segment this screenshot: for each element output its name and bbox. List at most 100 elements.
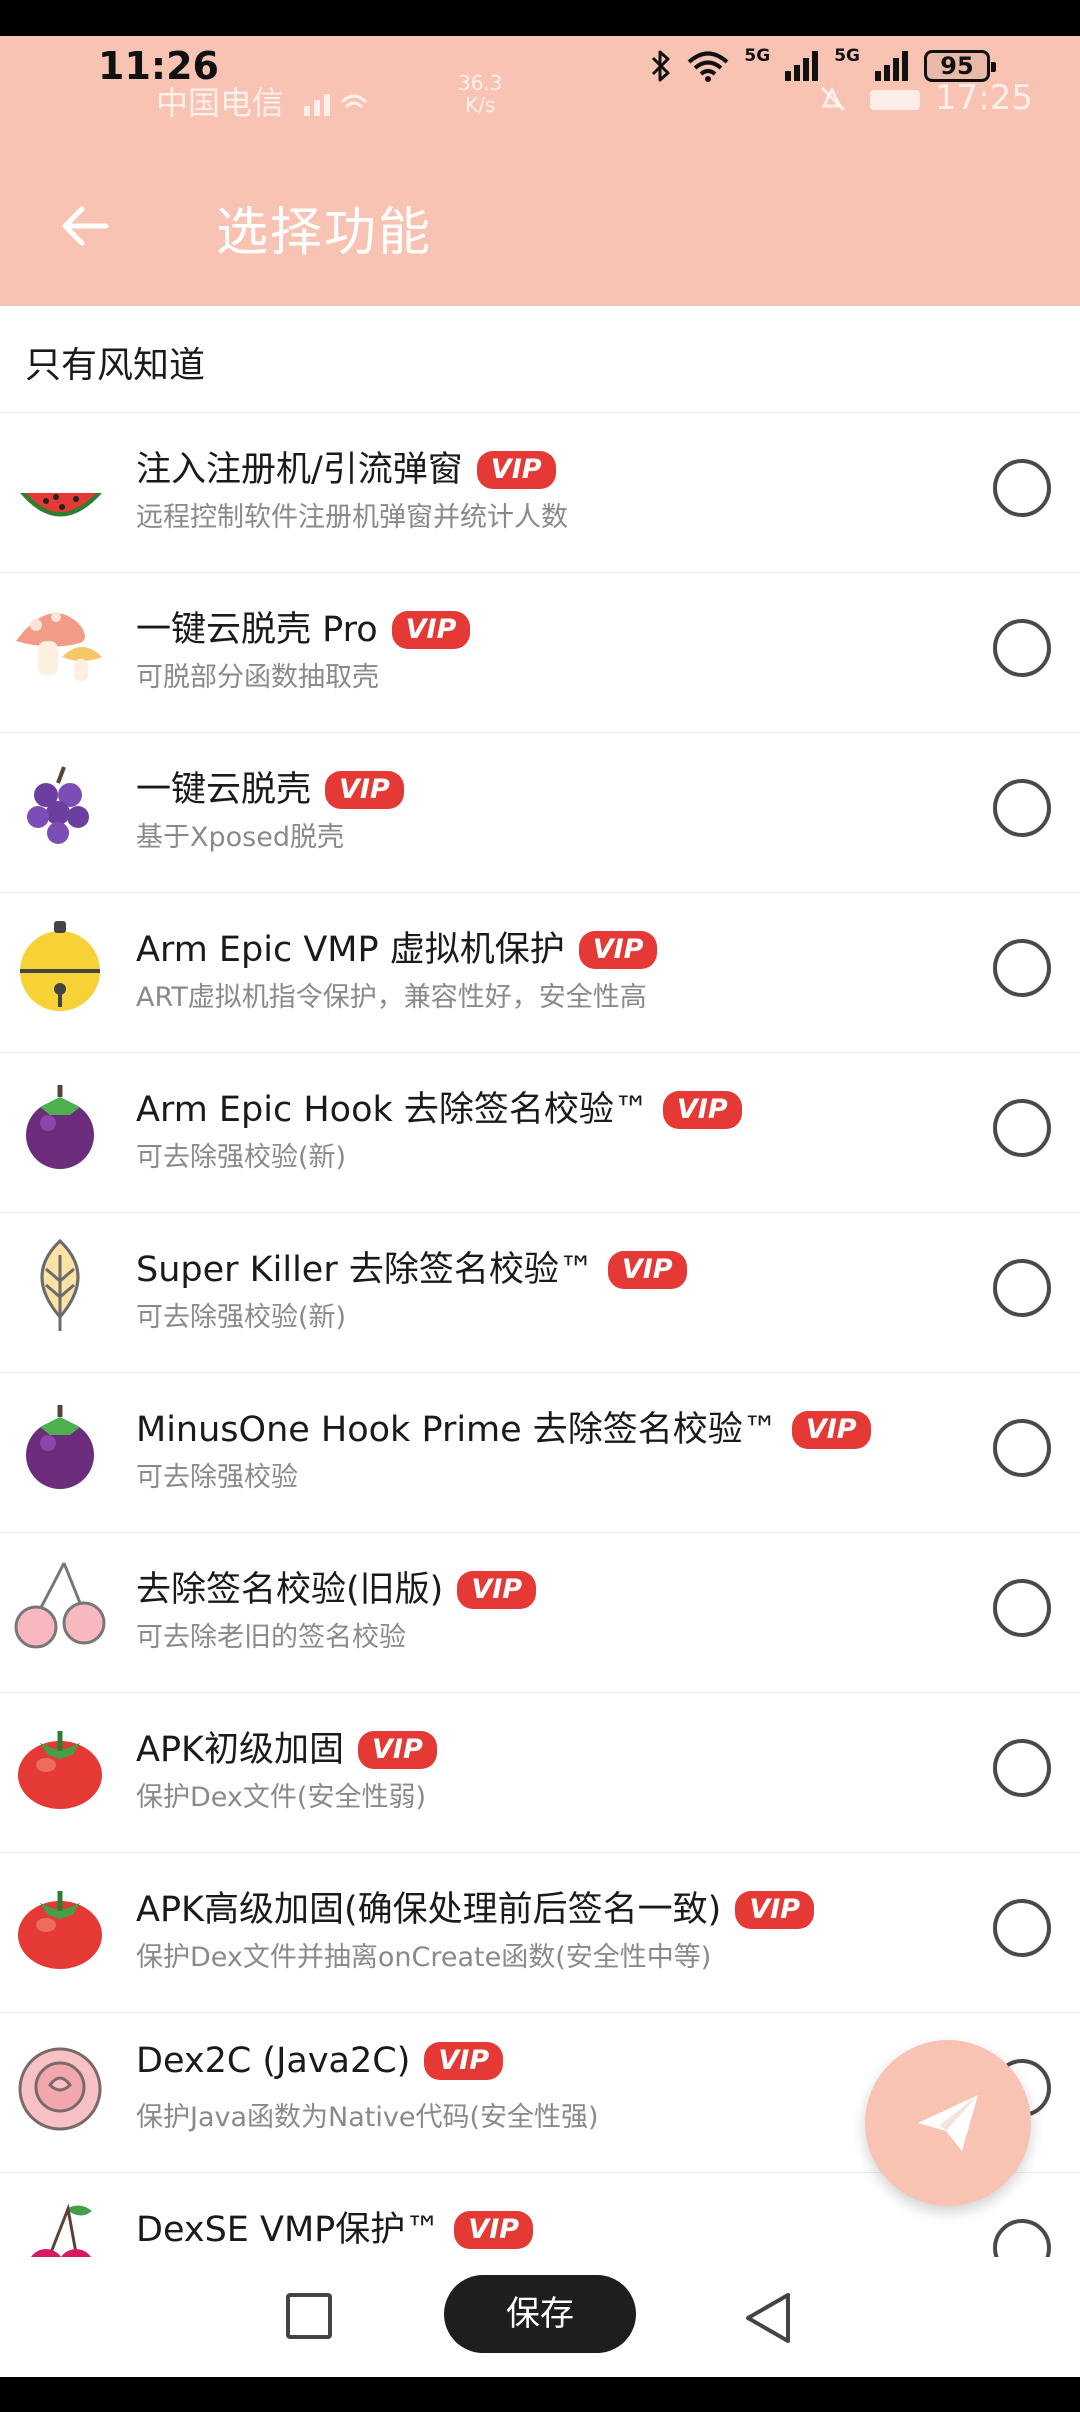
square-icon[interactable] (286, 2293, 332, 2339)
bluetooth-icon (652, 50, 670, 82)
list-item[interactable]: MinusOne Hook Prime 去除签名校验™ VIP 可去除强校验 (0, 1372, 1080, 1532)
ghost-mute-battery-icon (820, 86, 920, 112)
radio-button[interactable] (993, 939, 1051, 997)
list-item[interactable]: APK高级加固(确保处理前后签名一致) VIP 保护Dex文件并抽离onCreate… (0, 1852, 1080, 2012)
item-title: APK初级加固 VIP (136, 1721, 437, 1772)
network-type-label-1: 5G (744, 46, 771, 66)
cherries-icon (10, 1555, 110, 1655)
signal-icon (785, 51, 819, 81)
item-title-text: Super Killer 去除签名校验™ (136, 1250, 594, 1290)
item-subtitle: 可去除强校验 (136, 1462, 298, 1493)
item-title: APK高级加固(确保处理前后签名一致) VIP (136, 1881, 815, 1932)
list-item[interactable]: Arm Epic VMP 虚拟机保护 VIP ART虚拟机指令保护，兼容性好，安全性… (0, 892, 1080, 1052)
radio-button[interactable] (993, 1579, 1051, 1637)
item-title: 注入注册机/引流弹窗 VIP (136, 441, 556, 492)
list-item[interactable]: 去除签名校验(旧版) VIP 可去除老旧的签名校验 (0, 1532, 1080, 1692)
radio-button[interactable] (993, 779, 1051, 837)
signal-icon-2 (875, 51, 908, 81)
ghost-speed-value: 36.3 (458, 71, 503, 95)
item-subtitle: 保护Dex文件并抽离onCreate函数(安全性中等) (136, 1942, 712, 1973)
item-title-text: 一键云脱壳 Pro (136, 610, 378, 650)
bell-icon (10, 915, 110, 1015)
vip-badge: VIP (424, 2042, 504, 2080)
send-icon (918, 2095, 978, 2151)
item-title-text: APK初级加固 (136, 1730, 345, 1770)
list-item[interactable]: 一键云脱壳 Pro VIP 可脱部分函数抽取壳 (0, 572, 1080, 732)
item-title-text: Arm Epic VMP 虚拟机保护 (136, 930, 565, 970)
wifi-icon (688, 51, 729, 82)
item-subtitle: 可去除强校验(新) (136, 1302, 347, 1333)
ghost-speed-unit: K/s (465, 93, 496, 117)
vip-badge: VIP (325, 771, 404, 809)
list-item[interactable]: 注入注册机/引流弹窗 VIP 远程控制软件注册机弹窗并统计人数 (0, 412, 1080, 572)
item-subtitle: 可去除强校验(新) (136, 1142, 347, 1173)
list-item[interactable]: Super Killer 去除签名校验™ VIP 可去除强校验(新) (0, 1212, 1080, 1372)
radio-button[interactable] (993, 1739, 1051, 1797)
section-header: 只有风知道 (25, 345, 206, 386)
tomato-icon (10, 1715, 110, 1815)
item-title: Arm Epic Hook 去除签名校验™ VIP (136, 1081, 742, 1132)
radio-button[interactable] (993, 2219, 1051, 2257)
page-title: 选择功能 (216, 203, 433, 263)
leaf-icon (10, 1235, 110, 1335)
radio-button[interactable] (993, 1099, 1051, 1157)
watermelon-icon (10, 435, 110, 535)
battery-icon: 95 (924, 50, 996, 82)
item-subtitle: 可脱部分函数抽取壳 (136, 662, 379, 693)
status-icons: 5G 5G 95 (650, 46, 996, 86)
radio-button[interactable] (993, 619, 1051, 677)
vip-badge: VIP (578, 931, 658, 969)
vip-badge: VIP (791, 1411, 871, 1449)
vip-badge: VIP (391, 611, 471, 649)
item-subtitle: 可去除老旧的签名校验 (136, 1622, 406, 1653)
item-title-text: 去除签名校验(旧版) (136, 1570, 444, 1610)
item-title-text: Arm Epic Hook 去除签名校验™ (136, 1090, 649, 1130)
rose-icon (10, 2035, 110, 2135)
item-title: DexSE VMP保护™ VIP (136, 2201, 534, 2252)
item-subtitle: 保护Dex文件(安全性弱) (136, 1782, 426, 1813)
list-item[interactable]: 一键云脱壳 VIP 基于Xposed脱壳 (0, 732, 1080, 892)
vip-badge: VIP (457, 1571, 537, 1609)
send-fab[interactable] (865, 2040, 1031, 2206)
item-subtitle: 保护Java函数为Native代码(安全性强) (136, 2102, 599, 2133)
save-button[interactable]: 保存 (444, 2275, 636, 2353)
item-title: Super Killer 去除签名校验™ VIP (136, 1241, 687, 1292)
list-item[interactable]: Arm Epic Hook 去除签名校验™ VIP 可去除强校验(新) (0, 1052, 1080, 1212)
item-title-text: DexSE VMP保护™ (136, 2210, 441, 2250)
ghost-signal-icon (304, 94, 368, 116)
ghost-speed: 36.3 K/s (458, 72, 503, 116)
item-subtitle: 远程控制软件注册机弹窗并统计人数 (136, 502, 568, 533)
item-title: MinusOne Hook Prime 去除签名校验™ VIP (136, 1401, 871, 1452)
item-title-text: MinusOne Hook Prime 去除签名校验™ (136, 1410, 778, 1450)
radio-button[interactable] (993, 1259, 1051, 1317)
bottom-bar (0, 2377, 1080, 2412)
mangosteen-icon (10, 1395, 110, 1495)
vip-badge: VIP (735, 1891, 815, 1929)
tomato-icon (10, 1875, 110, 1975)
status-time: 11:26 (98, 44, 219, 88)
radio-button[interactable] (993, 1899, 1051, 1957)
item-title: 去除签名校验(旧版) VIP (136, 1561, 537, 1612)
vip-badge: VIP (454, 2211, 534, 2249)
list-item[interactable]: APK初级加固 VIP 保护Dex文件(安全性弱) (0, 1692, 1080, 1852)
vip-badge: VIP (607, 1251, 687, 1289)
feature-list: 注入注册机/引流弹窗 VIP 远程控制软件注册机弹窗并统计人数一键云脱壳 Pro VI… (0, 412, 1080, 2257)
item-title: 一键云脱壳 Pro VIP (136, 601, 471, 652)
radio-button[interactable] (993, 1419, 1051, 1477)
status-bar-background (0, 0, 1080, 36)
ghost-carrier-text: 中国电信 (156, 84, 285, 122)
item-title: Dex2C (Java2C) VIP (136, 2041, 504, 2081)
triangle-back-icon[interactable] (740, 2290, 796, 2346)
mushroom-icon (10, 595, 110, 695)
item-title: 一键云脱壳 VIP (136, 761, 404, 812)
item-title-text: 注入注册机/引流弹窗 (136, 450, 463, 490)
radio-button[interactable] (993, 459, 1051, 517)
mangosteen-icon (10, 1075, 110, 1175)
cherry-icon (10, 2195, 110, 2257)
arrow-left-icon[interactable] (56, 196, 116, 256)
vip-badge: VIP (476, 451, 556, 489)
item-title-text: 一键云脱壳 (136, 770, 312, 810)
item-title-text: Dex2C (Java2C) (136, 2041, 411, 2081)
grapes-icon (10, 755, 110, 855)
network-type-label-2: 5G (834, 46, 860, 66)
